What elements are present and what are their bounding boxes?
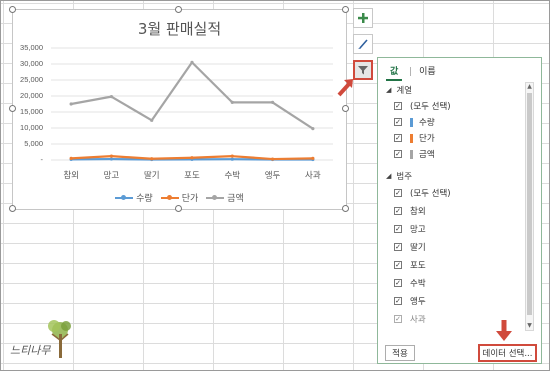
resize-handle-bottom[interactable] [175, 205, 182, 212]
data-point[interactable] [109, 157, 114, 161]
resize-handle-top-right[interactable] [342, 6, 349, 13]
data-point[interactable] [109, 154, 114, 158]
data-point[interactable] [109, 95, 114, 99]
funnel-icon [358, 66, 368, 75]
chart-filter-panel: 값 | 이름 ◢ 계열 (모두 선택) 수량 단가 금액 ◢ 범주 [377, 57, 542, 364]
checkbox[interactable] [394, 225, 402, 233]
tab-values[interactable]: 값 [386, 64, 403, 81]
data-point[interactable] [311, 156, 315, 160]
category-item[interactable]: 앵두 [394, 293, 426, 309]
series-item-unit-price[interactable]: 단가 [394, 130, 435, 146]
category-section-header[interactable]: ◢ 범주 [386, 168, 412, 184]
data-point[interactable] [311, 127, 315, 131]
category-item[interactable]: 참외 [394, 203, 426, 219]
series-section-header[interactable]: ◢ 계열 [386, 82, 412, 98]
data-point[interactable] [230, 154, 234, 158]
data-point[interactable] [270, 100, 275, 104]
checkbox[interactable] [394, 150, 402, 158]
watermark-text: 느티나무 [10, 344, 51, 357]
data-point[interactable] [270, 157, 275, 161]
checkbox[interactable] [394, 189, 402, 197]
tab-names[interactable]: 이름 [415, 64, 440, 79]
legend-label: 단가 [181, 194, 199, 204]
legend-entry[interactable]: 금액 [206, 191, 244, 204]
legend-swatch [115, 194, 134, 200]
scroll-thumb[interactable] [527, 93, 532, 315]
legend-label: 금액 [227, 194, 244, 204]
scroll-up-icon[interactable]: ▲ [526, 83, 533, 91]
category-item[interactable]: 딸기 [394, 239, 426, 255]
checkbox[interactable] [394, 134, 402, 142]
category-item[interactable]: 사과 [394, 311, 426, 327]
data-point[interactable] [69, 102, 73, 106]
select-data-button[interactable]: 데이터 선택... [478, 344, 537, 362]
filter-list-scrollbar[interactable]: ▲ ▼ [525, 82, 534, 331]
series-color-swatch [410, 117, 413, 127]
data-point[interactable] [150, 118, 154, 122]
data-point[interactable] [230, 157, 234, 161]
collapse-triangle-icon: ◢ [386, 172, 392, 180]
resize-handle-bottom-left[interactable] [9, 205, 16, 212]
resize-handle-top-left[interactable] [9, 6, 16, 13]
apply-button[interactable]: 적용 [385, 345, 415, 361]
category-item[interactable]: 망고 [394, 221, 426, 237]
resize-handle-top[interactable] [175, 6, 182, 13]
checkbox[interactable] [394, 118, 402, 126]
chart-legend[interactable]: 수량 단가 금액 [13, 191, 346, 204]
chart-filters-button[interactable] [353, 60, 373, 80]
checkbox[interactable] [394, 207, 402, 215]
line-chart[interactable]: 3월 판매실적 35,000 30,000 25,000 20,000 15,000 10… [12, 9, 347, 210]
category-item[interactable]: 포도 [394, 257, 426, 273]
resize-handle-right[interactable] [342, 105, 349, 112]
plot-area[interactable] [13, 10, 346, 209]
scroll-down-icon[interactable]: ▼ [526, 322, 533, 330]
checkbox[interactable] [394, 243, 402, 251]
data-point[interactable] [190, 60, 194, 64]
annotation-arrow-icon [337, 79, 353, 97]
series-color-swatch [410, 133, 413, 143]
chart-styles-button[interactable] [353, 34, 373, 54]
checkbox[interactable] [394, 279, 402, 287]
watermark-logo: 느티나무 [8, 318, 78, 363]
legend-entry[interactable]: 수량 [115, 191, 153, 204]
filter-list[interactable]: ◢ 계열 (모두 선택) 수량 단가 금액 ◢ 범주 (모두 선택) [386, 82, 522, 330]
resize-handle-left[interactable] [9, 105, 16, 112]
data-point[interactable] [150, 157, 154, 161]
legend-swatch [206, 194, 225, 200]
data-point[interactable] [190, 156, 194, 160]
series-color-swatch [410, 149, 413, 159]
category-select-all-item[interactable]: (모두 선택) [394, 185, 451, 201]
series-select-all-item[interactable]: (모두 선택) [394, 98, 451, 114]
category-item[interactable]: 수박 [394, 275, 426, 291]
filter-tabs: 값 | 이름 [386, 64, 444, 81]
chart-elements-button[interactable] [353, 8, 373, 28]
plus-icon [358, 13, 368, 23]
checkbox[interactable] [394, 261, 402, 269]
collapse-triangle-icon: ◢ [386, 86, 392, 94]
resize-handle-bottom-right[interactable] [342, 205, 349, 212]
data-point[interactable] [230, 100, 234, 104]
series-item-amount[interactable]: 금액 [394, 146, 435, 162]
legend-label: 수량 [136, 194, 153, 204]
legend-entry[interactable]: 단가 [160, 191, 199, 204]
data-point[interactable] [69, 156, 73, 160]
checkbox[interactable] [394, 297, 402, 305]
legend-swatch [160, 194, 179, 200]
series-item-quantity[interactable]: 수량 [394, 114, 435, 130]
checkbox[interactable] [394, 315, 402, 323]
brush-icon [358, 39, 368, 49]
annotation-arrow-icon [496, 320, 512, 341]
checkbox[interactable] [394, 102, 402, 110]
